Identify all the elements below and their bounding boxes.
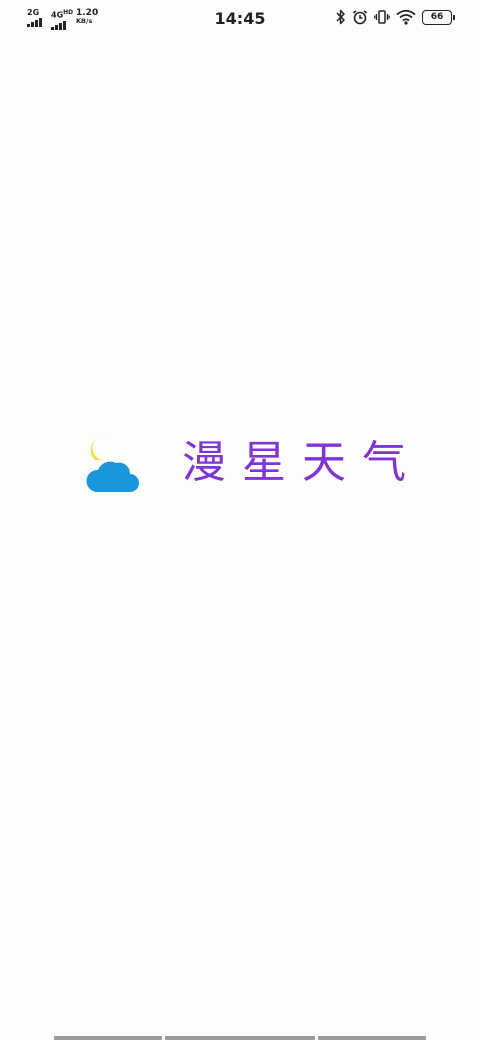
- splash-brand: 漫星天气: [86, 430, 422, 496]
- status-bar: 2G 4GHD 1.20 KB/s 14:45 66: [0, 0, 480, 38]
- battery-icon: 66: [422, 9, 455, 25]
- app-title: 漫星天气: [182, 437, 422, 488]
- bluetooth-icon: [336, 9, 345, 25]
- status-icons: 66: [336, 9, 455, 25]
- gesture-nav-bar[interactable]: [54, 1036, 426, 1040]
- splash-screen: 2G 4GHD 1.20 KB/s 14:45 66 漫星天气: [0, 0, 480, 1040]
- battery-level: 66: [430, 12, 444, 22]
- sun-cloud-logo: [86, 435, 139, 492]
- wifi-icon: [396, 9, 416, 25]
- alarm-icon: [352, 10, 368, 25]
- vibrate-icon: [374, 10, 390, 24]
